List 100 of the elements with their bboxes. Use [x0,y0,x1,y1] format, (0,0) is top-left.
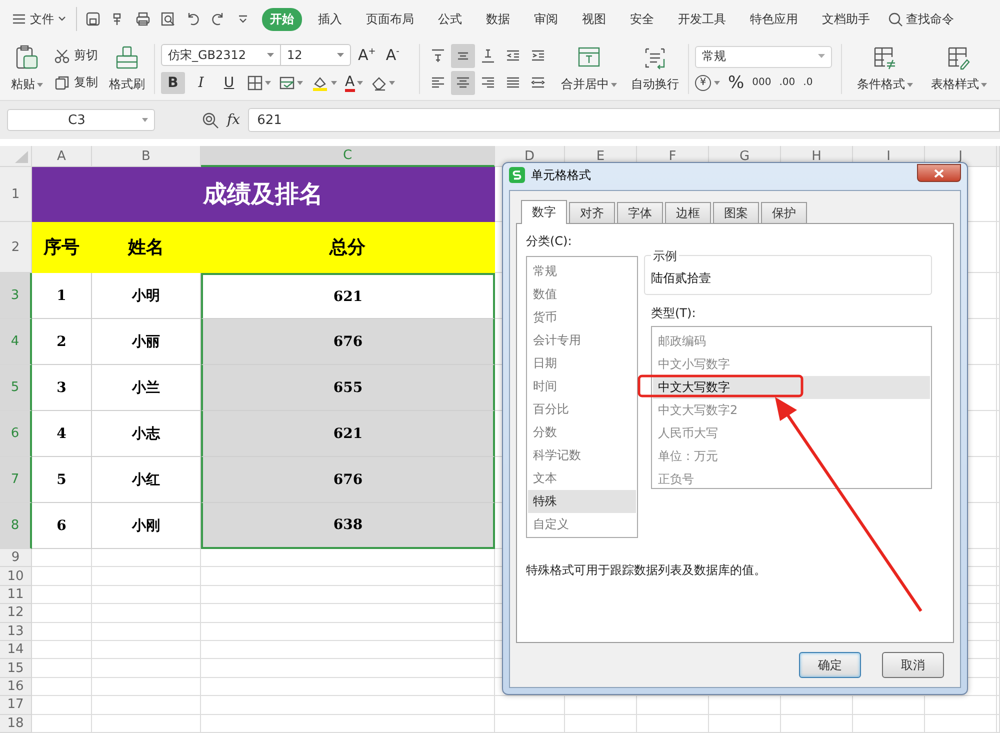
menu-tab[interactable]: 公式 [430,8,470,30]
category-item[interactable]: 会计专用 [528,329,636,352]
formula-field[interactable]: 621 [248,108,1000,132]
row-header[interactable]: 14 [0,640,32,660]
dialog-tab[interactable]: 数字 [521,200,567,224]
close-button[interactable] [917,164,961,182]
category-item[interactable]: 数值 [528,283,636,306]
empty-cell[interactable] [997,696,1000,715]
category-item[interactable]: 分数 [528,421,636,444]
empty-cell[interactable] [92,567,201,586]
cut-button[interactable]: 剪切 [54,47,98,64]
row-header[interactable]: 11 [0,586,32,604]
empty-cell[interactable] [92,678,201,696]
empty-cell[interactable] [92,622,201,641]
conditional-format-button[interactable]: 条件格式 [854,43,916,95]
menu-tab[interactable]: 文档助手 [814,8,878,30]
table-cell[interactable]: 621 [201,411,495,457]
empty-cell[interactable] [997,640,1000,660]
empty-cell[interactable] [997,411,1000,457]
empty-cell[interactable] [997,678,1000,696]
empty-cell[interactable] [781,696,853,715]
empty-cell[interactable] [201,640,495,660]
category-item[interactable]: 科学记数 [528,444,636,467]
row-header[interactable]: 9 [0,549,32,568]
empty-cell[interactable] [495,714,565,733]
ok-button[interactable]: 确定 [799,652,861,678]
empty-cell[interactable] [495,696,565,715]
empty-cell[interactable] [201,586,495,604]
category-item[interactable]: 特殊 [528,490,636,513]
type-item[interactable]: 中文小写数字 [653,353,930,376]
category-item[interactable]: 常规 [528,260,636,283]
align-middle-button[interactable] [451,44,475,68]
table-style-button[interactable]: 表格样式 [928,43,990,95]
empty-cell[interactable] [997,714,1000,733]
empty-cell[interactable] [92,549,201,568]
type-item[interactable]: 正负号 [653,468,930,491]
empty-cell[interactable] [853,714,925,733]
row-header[interactable]: 2 [0,222,32,273]
percent-button[interactable]: % [728,72,744,92]
print-icon[interactable] [135,11,151,27]
empty-cell[interactable] [201,659,495,678]
empty-cell[interactable] [637,714,709,733]
empty-cell[interactable] [92,604,201,623]
empty-cell[interactable] [997,365,1000,411]
empty-cell[interactable] [201,622,495,641]
empty-cell[interactable] [997,273,1000,319]
increase-font-button[interactable]: A$^{+}$ [355,46,379,64]
empty-cell[interactable] [201,678,495,696]
empty-cell[interactable] [92,586,201,604]
font-size-field[interactable]: 12 [281,44,351,66]
empty-cell[interactable] [997,622,1000,641]
add-decimal-button[interactable]: .00 [779,77,796,88]
empty-cell[interactable] [781,714,853,733]
empty-cell[interactable] [92,640,201,660]
menu-tab[interactable]: 安全 [622,8,662,30]
dialog-tab[interactable]: 保护 [761,202,807,223]
empty-cell[interactable] [997,319,1000,365]
empty-cell[interactable] [997,567,1000,586]
menu-tab[interactable]: 开发工具 [670,8,734,30]
file-menu[interactable]: 文件 [12,10,66,28]
dialog-tab[interactable]: 对齐 [569,202,615,223]
type-item[interactable]: 单位：万元 [653,445,930,468]
format-painter-button[interactable]: 格式刷 [106,43,148,95]
empty-cell[interactable] [201,696,495,715]
category-item[interactable]: 日期 [528,352,636,375]
type-item[interactable]: 人民币大写 [653,422,930,445]
row-header[interactable]: 13 [0,622,32,641]
category-item[interactable]: 货币 [528,306,636,329]
type-item[interactable]: 邮政编码 [653,330,930,353]
zoom-icon[interactable] [201,111,219,129]
empty-cell[interactable] [565,714,637,733]
column-header[interactable]: B [92,146,201,167]
empty-cell[interactable] [637,696,709,715]
category-item[interactable]: 时间 [528,375,636,398]
table-cell[interactable]: 655 [201,365,495,411]
empty-cell[interactable] [997,549,1000,568]
dialog-tab[interactable]: 边框 [665,202,711,223]
empty-cell[interactable] [853,696,925,715]
search-button[interactable]: 查找命令 [888,10,954,28]
empty-cell[interactable] [92,659,201,678]
row-header[interactable]: 1 [0,167,32,222]
empty-cell[interactable] [709,696,781,715]
menu-tab[interactable]: 页面布局 [358,8,422,30]
row-header[interactable]: 10 [0,567,32,586]
row-header[interactable]: 12 [0,604,32,623]
empty-cell[interactable] [925,714,997,733]
thousands-button[interactable]: 000 [752,77,772,88]
row-header[interactable]: 16 [0,678,32,696]
menu-tab[interactable]: 插入 [310,8,350,30]
empty-cell[interactable] [997,604,1000,623]
column-header[interactable]: A [32,146,92,167]
number-format-field[interactable]: 常规 [695,46,832,68]
empty-cell[interactable] [997,457,1000,503]
menu-tab[interactable]: 特色应用 [742,8,806,30]
empty-cell[interactable] [997,503,1000,549]
underline-button[interactable]: U [217,72,241,94]
paste-button[interactable]: 粘贴 [8,43,46,95]
empty-cell[interactable] [925,696,997,715]
table-cell[interactable]: 676 [201,319,495,365]
type-item[interactable]: 中文大写数字2 [653,399,930,422]
